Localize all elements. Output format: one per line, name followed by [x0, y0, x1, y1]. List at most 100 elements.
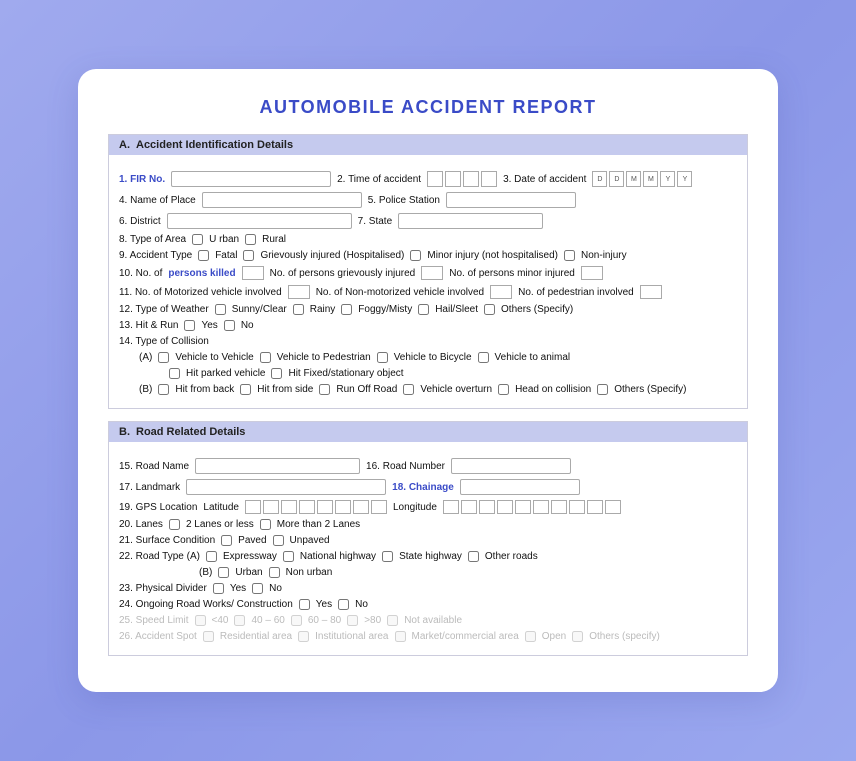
- overturn-label: Vehicle overturn: [420, 384, 492, 395]
- lon-c10: [605, 500, 621, 514]
- headon-label: Head on collision: [515, 384, 591, 395]
- no-persons-label: 10. No. of: [119, 268, 162, 279]
- paved-checkbox[interactable]: [221, 535, 232, 546]
- other-roads-checkbox[interactable]: [468, 551, 479, 562]
- roadworks-no-checkbox[interactable]: [338, 599, 349, 610]
- others-spot-checkbox[interactable]: [572, 631, 583, 642]
- row-vehicles: 11. No. of Motorized vehicle involved No…: [119, 285, 737, 299]
- open-label: Open: [542, 631, 566, 642]
- section-a: A. Accident Identification Details 1. FI…: [108, 134, 748, 409]
- gt80-checkbox[interactable]: [347, 615, 358, 626]
- district-input[interactable]: [167, 213, 352, 229]
- rainy-label: Rainy: [310, 304, 336, 315]
- gps-label: 19. GPS Location: [119, 502, 197, 513]
- hit-yes-checkbox[interactable]: [184, 320, 195, 331]
- divider-yes-checkbox[interactable]: [213, 583, 224, 594]
- market-checkbox[interactable]: [395, 631, 406, 642]
- v2p-checkbox[interactable]: [260, 352, 271, 363]
- hail-checkbox[interactable]: [418, 304, 429, 315]
- longitude-cells: [443, 500, 621, 514]
- foggy-checkbox[interactable]: [341, 304, 352, 315]
- others-weather-label: Others (Specify): [501, 304, 573, 315]
- fatal-checkbox[interactable]: [198, 250, 209, 261]
- overturn-checkbox[interactable]: [403, 384, 414, 395]
- hit-run-label: 13. Hit & Run: [119, 320, 178, 331]
- headon-checkbox[interactable]: [498, 384, 509, 395]
- section-b-header: B. Road Related Details: [109, 422, 747, 442]
- rainy-checkbox[interactable]: [293, 304, 304, 315]
- more-lanes-label: More than 2 Lanes: [277, 519, 360, 530]
- time-box: [427, 171, 497, 187]
- parked-label: Hit parked vehicle: [186, 368, 265, 379]
- divider-label: 23. Physical Divider: [119, 583, 207, 594]
- v2a-checkbox[interactable]: [478, 352, 489, 363]
- lat-c8: [371, 500, 387, 514]
- latitude-cells: [245, 500, 387, 514]
- urban-checkbox[interactable]: [192, 234, 203, 245]
- divider-no-checkbox[interactable]: [252, 583, 263, 594]
- state-hw-checkbox[interactable]: [382, 551, 393, 562]
- sunny-checkbox[interactable]: [215, 304, 226, 315]
- unpaved-checkbox[interactable]: [273, 535, 284, 546]
- grievous-label: Grievously injured (Hospitalised): [260, 250, 404, 261]
- side-label: Hit from side: [257, 384, 313, 395]
- lat-c6: [335, 500, 351, 514]
- date-y1: Y: [660, 171, 675, 187]
- gt80-label: >80: [364, 615, 381, 626]
- police-input[interactable]: [446, 192, 576, 208]
- expressway-checkbox[interactable]: [206, 551, 217, 562]
- lt40-checkbox[interactable]: [195, 615, 206, 626]
- runoff-checkbox[interactable]: [319, 384, 330, 395]
- grievous-checkbox[interactable]: [243, 250, 254, 261]
- road-number-input[interactable]: [451, 458, 571, 474]
- section-a-name: Accident Identification Details: [136, 139, 293, 151]
- landmark-input[interactable]: [186, 479, 386, 495]
- v2b-checkbox[interactable]: [377, 352, 388, 363]
- place-input[interactable]: [202, 192, 362, 208]
- road-name-input[interactable]: [195, 458, 360, 474]
- two-lanes-label: 2 Lanes or less: [186, 519, 254, 530]
- not-avail-checkbox[interactable]: [387, 615, 398, 626]
- minor-checkbox[interactable]: [410, 250, 421, 261]
- area-label: 8. Type of Area: [119, 234, 186, 245]
- hit-no-checkbox[interactable]: [224, 320, 235, 331]
- v2v-checkbox[interactable]: [158, 352, 169, 363]
- collision-a-label: (A): [139, 352, 152, 363]
- minor-label: Minor injury (not hospitalised): [427, 250, 558, 261]
- weather-label: 12. Type of Weather: [119, 304, 209, 315]
- more-lanes-checkbox[interactable]: [260, 519, 271, 530]
- fixed-checkbox[interactable]: [271, 368, 282, 379]
- date-m1: M: [626, 171, 641, 187]
- surface-label: 21. Surface Condition: [119, 535, 215, 546]
- chainage-input[interactable]: [460, 479, 580, 495]
- non-urban-checkbox[interactable]: [269, 567, 280, 578]
- 40to60-checkbox[interactable]: [234, 615, 245, 626]
- 40to60-label: 40 – 60: [251, 615, 284, 626]
- back-checkbox[interactable]: [158, 384, 169, 395]
- fir-no-input[interactable]: [171, 171, 331, 187]
- urban-road-checkbox[interactable]: [218, 567, 229, 578]
- noninjury-checkbox[interactable]: [564, 250, 575, 261]
- national-checkbox[interactable]: [283, 551, 294, 562]
- row-landmark: 17. Landmark 18. Chainage: [119, 479, 737, 495]
- state-input[interactable]: [398, 213, 543, 229]
- row-accident-spot: 26. Accident Spot Residential area Insti…: [119, 631, 737, 642]
- two-lanes-checkbox[interactable]: [169, 519, 180, 530]
- 60to80-checkbox[interactable]: [291, 615, 302, 626]
- row-surface: 21. Surface Condition Paved Unpaved: [119, 535, 737, 546]
- othersb-checkbox[interactable]: [597, 384, 608, 395]
- row-fir: 1. FIR No. 2. Time of accident 3. Date o…: [119, 171, 737, 187]
- residential-checkbox[interactable]: [203, 631, 214, 642]
- others-weather-checkbox[interactable]: [484, 304, 495, 315]
- parked-checkbox[interactable]: [169, 368, 180, 379]
- lon-c2: [461, 500, 477, 514]
- side-checkbox[interactable]: [240, 384, 251, 395]
- open-checkbox[interactable]: [525, 631, 536, 642]
- rural-checkbox[interactable]: [245, 234, 256, 245]
- hit-yes-label: Yes: [201, 320, 217, 331]
- institutional-checkbox[interactable]: [298, 631, 309, 642]
- report-card: AUTOMOBILE ACCIDENT REPORT A. Accident I…: [78, 69, 778, 692]
- roadworks-yes-checkbox[interactable]: [299, 599, 310, 610]
- date-d2: D: [609, 171, 624, 187]
- fir-no-label: 1. FIR No.: [119, 174, 165, 185]
